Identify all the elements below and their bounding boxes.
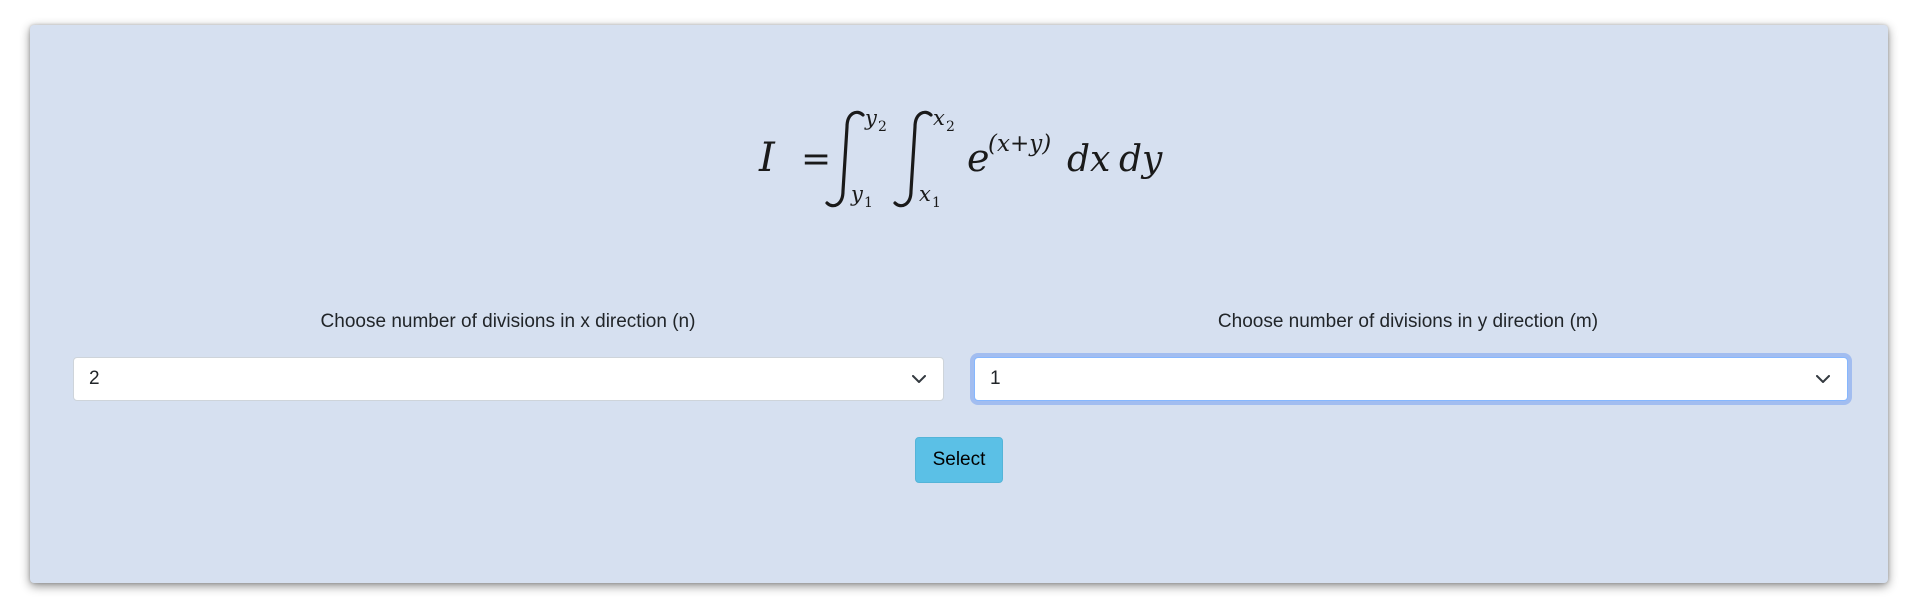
formula-svg: I = y 2 y 1 x 2 x 1 e (x+y) dx dy	[758, 106, 1163, 211]
differential-dy: dy	[1119, 139, 1163, 180]
inner-lower-limit: x	[919, 182, 931, 206]
m-divisions-select[interactable]: 1	[974, 357, 1848, 401]
select-button[interactable]: Select	[915, 437, 1003, 483]
formula-equals: =	[801, 139, 831, 180]
integrand-base: e	[967, 136, 990, 180]
outer-lower-limit-sub: 1	[864, 195, 873, 211]
inner-lower-limit-sub: 1	[932, 195, 941, 211]
integrand-exponent: (x+y)	[988, 131, 1051, 157]
outer-lower-limit: y	[850, 182, 864, 206]
outer-upper-limit: y	[864, 106, 878, 130]
inner-upper-limit-sub: 2	[946, 119, 955, 135]
differential-dx: dx	[1067, 139, 1110, 180]
m-divisions-value: 1	[990, 368, 1001, 389]
n-divisions-value: 2	[89, 368, 100, 389]
integral-formula: I = y 2 y 1 x 2 x 1 e (x+y) dx dy	[30, 105, 1888, 225]
m-select-label: Choose number of divisions in y directio…	[1217, 311, 1599, 332]
inner-upper-limit: x	[933, 106, 945, 130]
n-select-label: Choose number of divisions in x directio…	[320, 311, 696, 332]
main-panel: I = y 2 y 1 x 2 x 1 e (x+y) dx dy Choose…	[30, 25, 1888, 583]
outer-upper-limit-sub: 2	[878, 119, 887, 135]
formula-lhs: I	[758, 135, 776, 181]
chevron-down-icon	[911, 371, 927, 387]
n-divisions-select[interactable]: 2	[73, 357, 944, 401]
chevron-down-icon	[1815, 371, 1831, 387]
